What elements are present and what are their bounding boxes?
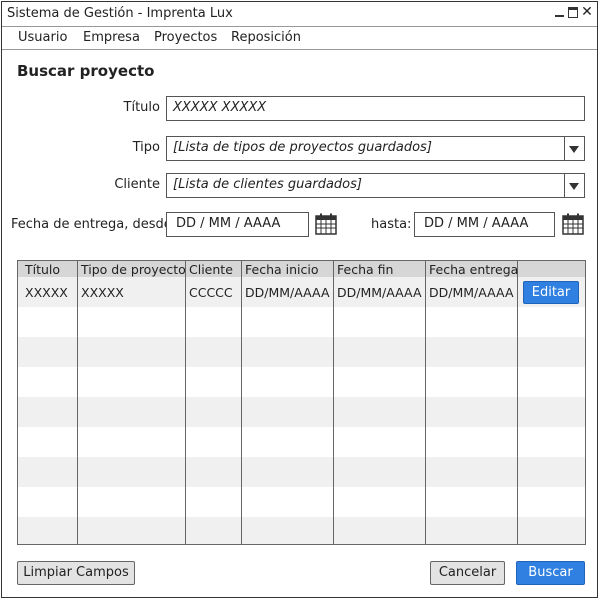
cell-cliente: CCCCC [189,285,233,300]
table-row-empty [18,397,585,427]
cliente-select[interactable]: [Lista de clientes guardados] [166,173,585,198]
fecha-desde-value: DD / MM / AAAA [176,216,281,231]
search-button[interactable]: Buscar [516,561,585,585]
table-row-empty [18,517,585,544]
menu-empresa[interactable]: Empresa [83,30,140,45]
clear-fields-button[interactable]: Limpiar Campos [17,561,135,585]
hasta-label: hasta: [371,217,412,232]
calendar-icon[interactable] [562,213,584,235]
tipo-label: Tipo [132,140,160,155]
column-header-fecha-entrega[interactable]: Fecha entrega [429,262,518,277]
calendar-icon[interactable] [315,213,337,235]
window-title: Sistema de Gestión - Imprenta Lux [7,6,233,21]
column-header-titulo[interactable]: Título [25,262,60,277]
menu-bar: Usuario Empresa Proyectos Reposición [2,26,597,50]
edit-button[interactable]: Editar [523,281,579,304]
column-divider [517,261,518,544]
column-divider [185,261,186,544]
column-header-fecha-fin[interactable]: Fecha fin [337,262,393,277]
tipo-value: [Lista de tipos de proyectos guardados] [173,140,432,155]
maximize-icon[interactable] [568,7,578,18]
fecha-desde-input[interactable]: DD / MM / AAAA [166,212,309,237]
cancel-button[interactable]: Cancelar [430,561,505,585]
cell-fecha-inicio: DD/MM/AAAA [245,285,330,300]
fecha-hasta-value: DD / MM / AAAA [424,216,529,231]
column-divider [425,261,426,544]
minimize-icon[interactable] [554,6,565,18]
cell-fecha-entrega: DD/MM/AAAA [429,285,514,300]
table-row-empty [18,337,585,367]
titulo-value: XXXXX XXXXX [173,100,267,115]
column-divider [241,261,242,544]
table-row-empty [18,457,585,487]
dropdown-arrow-icon[interactable] [564,174,584,197]
fecha-hasta-input[interactable]: DD / MM / AAAA [414,212,555,237]
menu-proyectos[interactable]: Proyectos [154,30,217,45]
tipo-select[interactable]: [Lista de tipos de proyectos guardados] [166,136,585,161]
cliente-value: [Lista de clientes guardados] [173,177,362,192]
column-divider [77,261,78,544]
cliente-label: Cliente [114,177,160,192]
fecha-desde-label: Fecha de entrega, desde: [11,217,177,232]
title-bar: Sistema de Gestión - Imprenta Lux ✕ [2,2,597,27]
titulo-label: Título [123,100,160,115]
dropdown-arrow-icon[interactable] [564,137,584,160]
close-icon[interactable]: ✕ [581,5,593,19]
column-header-fecha-inicio[interactable]: Fecha inicio [245,262,319,277]
menu-reposicion[interactable]: Reposición [231,30,301,45]
cell-fecha-fin: DD/MM/AAAA [337,285,422,300]
column-divider [333,261,334,544]
column-header-tipo[interactable]: Tipo de proyecto [81,262,186,277]
cell-titulo: XXXXX [25,285,68,300]
page-title: Buscar proyecto [17,62,155,80]
titulo-input[interactable]: XXXXX XXXXX [166,96,585,121]
results-table: Título Tipo de proyecto Cliente Fecha in… [17,260,586,545]
menu-usuario[interactable]: Usuario [18,30,67,45]
column-header-cliente[interactable]: Cliente [189,262,233,277]
window-controls: ✕ [554,5,593,19]
cell-tipo: XXXXX [81,285,124,300]
app-window: Sistema de Gestión - Imprenta Lux ✕ Usua… [1,1,598,598]
